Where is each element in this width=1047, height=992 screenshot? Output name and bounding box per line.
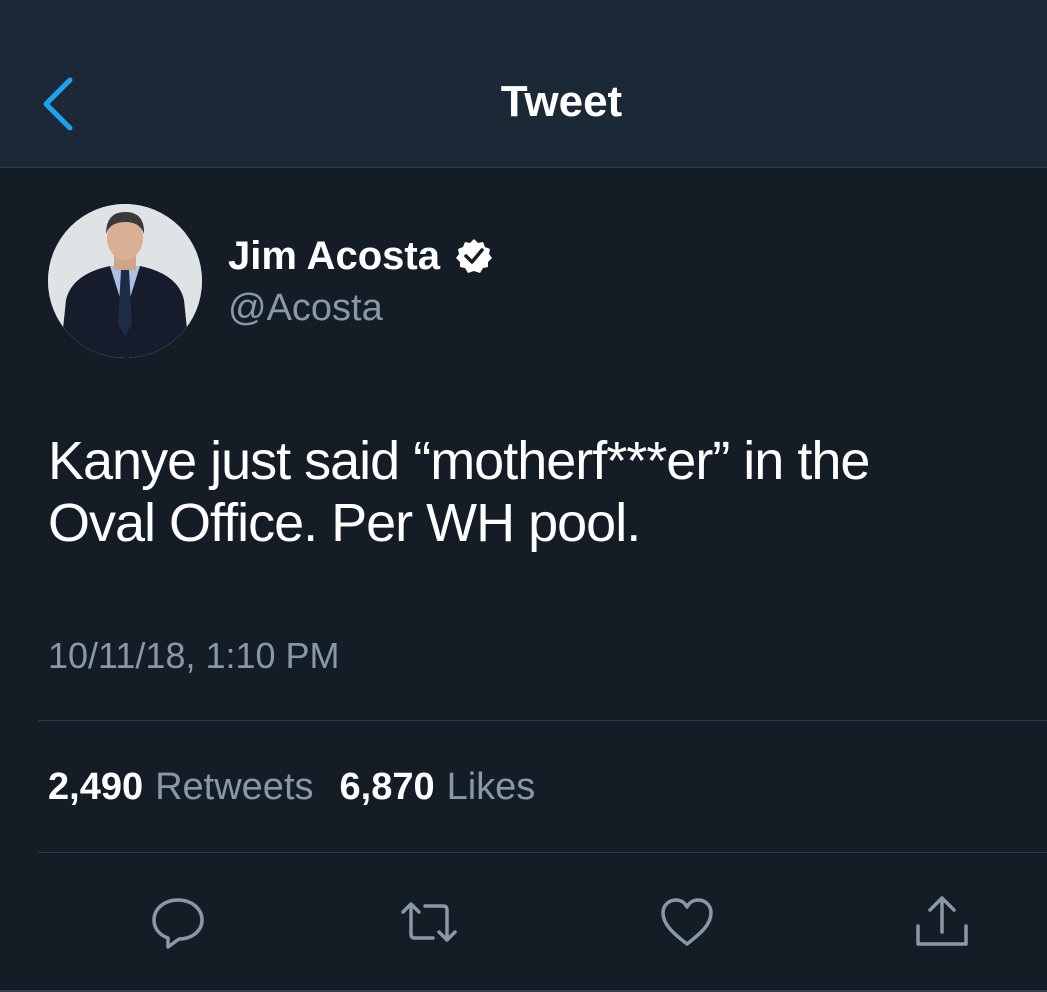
like-button[interactable]: [655, 890, 719, 954]
divider: [38, 720, 1047, 721]
retweet-button[interactable]: [397, 890, 461, 954]
share-icon: [916, 896, 968, 946]
likes-stat[interactable]: 6,870 Likes: [340, 764, 536, 810]
tweet-text-line: Oval Office. Per WH pool.: [48, 493, 641, 553]
tweet-text-line: Kanye just said “motherf***er” in the: [48, 431, 870, 491]
reply-icon: [152, 898, 204, 949]
author-photo: [48, 204, 202, 358]
retweet-icon: [401, 902, 457, 942]
tweet-stats: 2,490 Retweets 6,870 Likes: [48, 764, 535, 810]
top-nav-bar: Tweet: [0, 0, 1047, 168]
tweet-text: Kanye just said “motherf***er” in the Ov…: [48, 430, 1038, 554]
likes-count: 6,870: [339, 766, 435, 808]
tweet-timestamp: 10/11/18, 1:10 PM: [48, 635, 340, 676]
likes-label: Likes: [446, 766, 536, 808]
share-button[interactable]: [910, 890, 974, 954]
author-handle[interactable]: @Acosta: [228, 284, 383, 332]
divider: [38, 852, 1047, 853]
retweets-count: 2,490: [48, 766, 144, 808]
retweets-stat[interactable]: 2,490 Retweets: [48, 764, 314, 810]
tweet-actions: [0, 880, 1047, 960]
author-name-text: Jim Acosta: [228, 234, 440, 278]
reply-button[interactable]: [146, 890, 210, 954]
avatar[interactable]: [48, 204, 202, 358]
author-name[interactable]: Jim Acosta: [228, 232, 492, 280]
verified-badge-icon: [455, 239, 492, 273]
retweets-label: Retweets: [155, 766, 314, 808]
tweet-detail: Jim Acosta @Acosta Kanye just said “moth…: [0, 168, 1047, 992]
heart-icon: [661, 898, 713, 946]
page-title: Tweet: [500, 77, 623, 126]
